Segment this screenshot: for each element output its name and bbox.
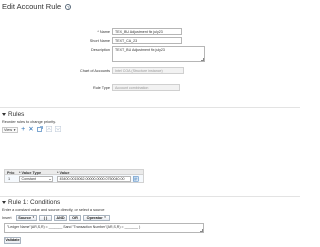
rules-toolbar: View ▼ + ✕ bbox=[2, 126, 61, 134]
delete-icon[interactable]: ✕ bbox=[28, 126, 33, 133]
insert-label: Insert bbox=[2, 216, 12, 220]
rule-type-field: Account combination bbox=[112, 84, 180, 91]
resize-handle[interactable] bbox=[199, 228, 203, 232]
value-text: 45400.0015062.00000.0000.0750040.00 bbox=[59, 176, 125, 181]
table-row[interactable]: 1 Constant 45400.0015062.00000.0000.0750… bbox=[4, 175, 144, 183]
value-input[interactable]: 45400.0015062.00000.0000.0750040.00 bbox=[57, 175, 131, 182]
rules-header[interactable]: Rules bbox=[2, 111, 24, 118]
rule-type-label: Rule Type bbox=[92, 86, 110, 90]
description-field[interactable]: TEXT_BU Adjustment fix july23 bbox=[112, 46, 205, 62]
section-divider bbox=[0, 196, 300, 197]
or-button[interactable]: OR bbox=[69, 214, 81, 221]
short-name-field[interactable]: TEXT_CA_23 bbox=[112, 37, 182, 44]
description-label: Description bbox=[91, 48, 110, 52]
operator-button[interactable]: Operator ▼ bbox=[83, 214, 110, 221]
name-field[interactable]: TEX_BU Adjustment fix july23 bbox=[112, 28, 182, 35]
section-divider bbox=[0, 107, 300, 108]
move-up-icon[interactable] bbox=[45, 126, 52, 134]
help-icon[interactable]: ? bbox=[65, 4, 72, 11]
value-type-value: Constant bbox=[21, 176, 36, 181]
chevron-down-icon: ▼ bbox=[32, 216, 35, 220]
chevron-down-icon: ▼ bbox=[13, 128, 17, 132]
view-menu[interactable]: View ▼ bbox=[2, 127, 19, 133]
view-label: View bbox=[4, 128, 13, 132]
detach-icon[interactable] bbox=[36, 126, 43, 134]
condition-expression-field[interactable]: "Ledger Name"(AR,S,R) = _______ Sand "Tr… bbox=[4, 223, 204, 233]
description-text: TEXT_BU Adjustment fix july23 bbox=[115, 48, 165, 52]
rules-heading: Rules bbox=[8, 111, 25, 118]
page-title-text: Edit Account Rule bbox=[2, 2, 62, 11]
conditions-header[interactable]: Rule 1: Conditions bbox=[2, 199, 60, 206]
condition-expression: "Ledger Name"(AR,S,R) = _______ Sand "Tr… bbox=[7, 225, 141, 229]
value-type-select[interactable]: Constant bbox=[19, 175, 53, 182]
add-icon[interactable]: + bbox=[21, 126, 25, 133]
collapse-icon[interactable] bbox=[2, 201, 6, 204]
parentheses-button[interactable]: ( ) bbox=[39, 214, 52, 221]
row-priority: 1 bbox=[8, 177, 11, 181]
move-down-icon[interactable] bbox=[54, 126, 61, 134]
value-lookup-icon[interactable] bbox=[133, 176, 139, 183]
name-label: * Name bbox=[97, 30, 110, 34]
source-button[interactable]: Source ▼ bbox=[16, 214, 37, 221]
validate-button[interactable]: Validate bbox=[4, 237, 21, 244]
and-button[interactable]: AND bbox=[54, 214, 67, 221]
chart-of-accounts-label: Chart of Accounts bbox=[80, 69, 110, 73]
chevron-down-icon: ▼ bbox=[103, 216, 107, 220]
conditions-hint: Enter a constant value and source direct… bbox=[2, 208, 105, 212]
rules-hint: Reorder rules to change priority. bbox=[2, 120, 56, 124]
conditions-heading: Rule 1: Conditions bbox=[8, 199, 61, 206]
short-name-label: Short Name bbox=[89, 39, 110, 43]
page-title: Edit Account Rule ? bbox=[2, 2, 72, 11]
resize-handle[interactable] bbox=[200, 57, 204, 61]
collapse-icon[interactable] bbox=[2, 113, 6, 116]
chart-of-accounts-field: Intel COA (Structure instance) bbox=[112, 67, 184, 74]
chevron-down-icon bbox=[48, 178, 51, 180]
